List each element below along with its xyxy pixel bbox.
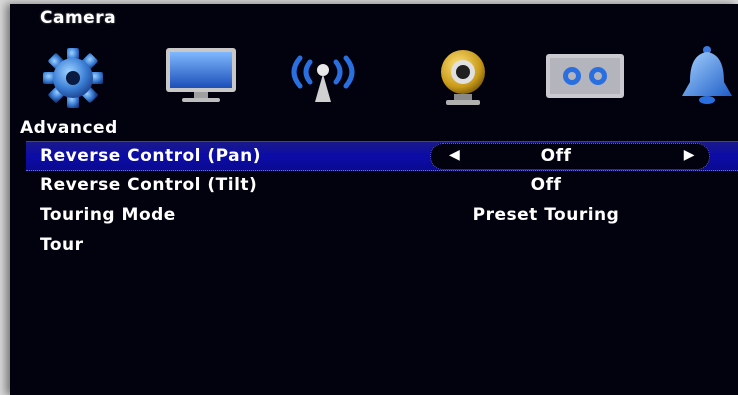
monitor-icon[interactable] — [156, 42, 246, 108]
setting-row-reverse-pan[interactable]: Reverse Control (Pan) ◀ ▶ Off — [26, 141, 738, 171]
gear-icon[interactable] — [28, 42, 118, 108]
storage-icon[interactable] — [540, 42, 630, 108]
menu-icon-bar — [10, 42, 738, 112]
setting-row-reverse-tilt[interactable]: Reverse Control (Tilt) Off — [26, 171, 738, 199]
menu-title: Camera — [40, 8, 117, 28]
section-title: Advanced — [20, 118, 118, 138]
setting-label: Touring Mode — [40, 205, 176, 225]
setting-label: Tour — [40, 235, 84, 255]
setting-row-tour[interactable]: Tour — [26, 231, 738, 259]
setting-value: Preset Touring — [472, 205, 620, 225]
webcam-icon[interactable] — [418, 42, 508, 108]
setting-value: Off — [530, 175, 562, 195]
setting-value: Off — [540, 146, 572, 166]
setting-label: Reverse Control (Tilt) — [40, 175, 258, 195]
setting-label: Reverse Control (Pan) — [40, 146, 261, 166]
wireless-antenna-icon[interactable] — [278, 42, 368, 108]
setting-row-touring-mode[interactable]: Touring Mode Preset Touring — [26, 201, 738, 229]
arrow-right-icon[interactable]: ▶ — [684, 147, 695, 163]
camera-menu-screen: Camera Advanced Reverse Control (Pan) ◀ … — [10, 4, 738, 395]
bell-icon[interactable] — [662, 42, 738, 108]
